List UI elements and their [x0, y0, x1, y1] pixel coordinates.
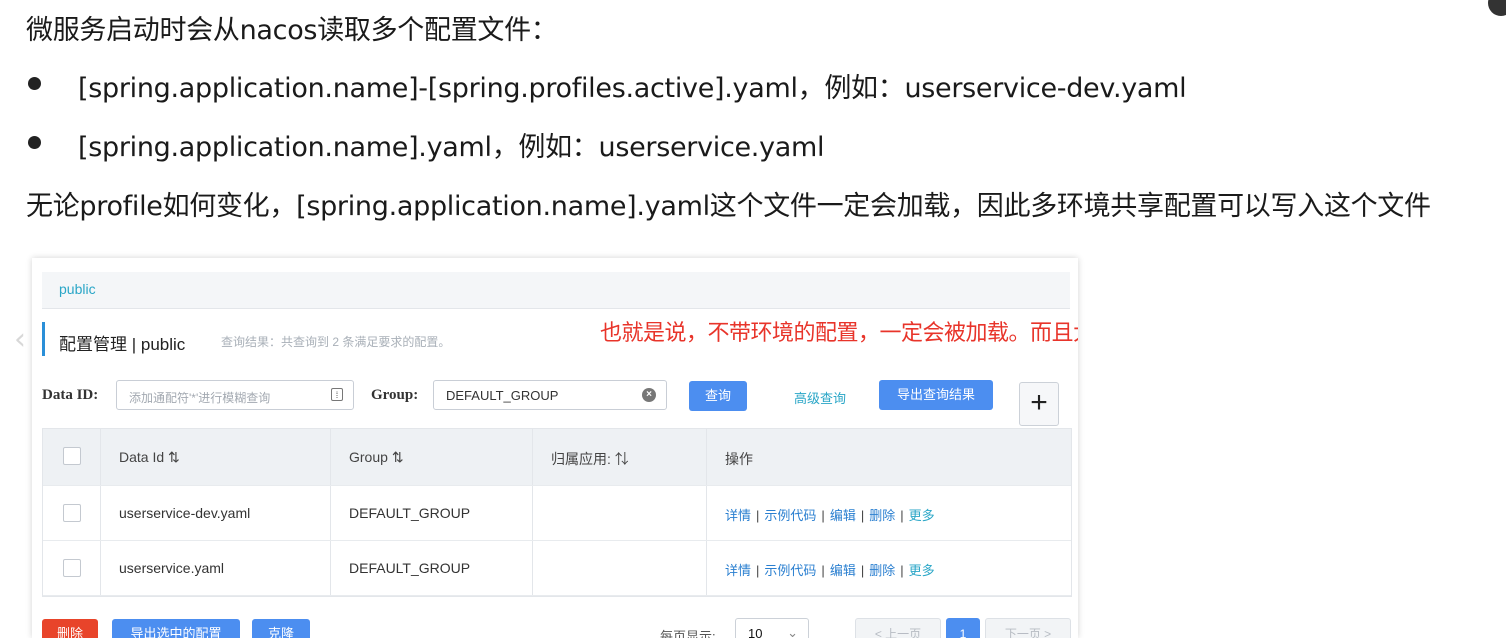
result-summary: 查询结果：共查询到 2 条满足要求的配置。 [221, 335, 451, 349]
op-separator: | [900, 563, 904, 578]
op-separator: | [821, 563, 825, 578]
export-selected-button[interactable]: 导出选中的配置 [112, 619, 240, 638]
bullet-dot-icon [28, 136, 41, 149]
group-input[interactable]: DEFAULT_GROUP × [433, 380, 667, 410]
nacos-screenshot: public 配置管理 | public 查询结果：共查询到 2 条满足要求的配… [32, 258, 1078, 638]
row-checkbox-cell [43, 541, 101, 595]
sample-code-link[interactable]: 示例代码 [764, 508, 816, 523]
bullet-dot-icon [28, 77, 41, 90]
row-checkbox[interactable] [63, 559, 81, 577]
chevron-left-icon[interactable]: ‹ [14, 322, 26, 357]
op-separator: | [756, 508, 760, 523]
export-results-button[interactable]: 导出查询结果 [879, 380, 993, 410]
add-config-button[interactable]: + [1019, 382, 1059, 426]
op-separator: | [900, 508, 904, 523]
page-size-label: 每页显示: [660, 629, 716, 638]
page-header: 配置管理 | public 查询结果：共查询到 2 条满足要求的配置。 [42, 322, 450, 356]
delete-link[interactable]: 删除 [869, 563, 895, 578]
config-table: Data Id ⇅ Group ⇅ 归属应用: ⇅ 操作 userservice… [42, 428, 1072, 597]
header-ops: 操作 [707, 429, 1071, 485]
prev-page-button[interactable]: < 上一页 [855, 618, 941, 638]
select-all-checkbox[interactable] [63, 447, 81, 465]
clipboard-icon[interactable]: ⁞ [331, 388, 343, 401]
header-group-label: Group [349, 449, 388, 465]
cell-app [533, 486, 707, 540]
header-data-id[interactable]: Data Id ⇅ [101, 429, 331, 485]
slide-conclusion: 无论profile如何变化，[spring.application.name].… [26, 191, 1431, 222]
page-size-select[interactable]: 10 ⌄ [735, 618, 809, 638]
detail-link[interactable]: 详情 [725, 508, 751, 523]
sort-icon[interactable]: ⇅ [392, 449, 404, 465]
op-separator: | [756, 563, 760, 578]
group-input-value: DEFAULT_GROUP [446, 388, 559, 403]
clear-icon[interactable]: × [642, 388, 656, 402]
more-link[interactable]: 更多 [909, 508, 935, 523]
red-annotation: 也就是说，不带环境的配置，一定会被加载。而且大家都能记载 [600, 320, 1078, 345]
slide-heading: 微服务启动时会从nacos读取多个配置文件： [26, 15, 558, 46]
cell-ops: 详情 | 示例代码 | 编辑 | 删除 | 更多 [707, 486, 1071, 540]
cell-app [533, 541, 707, 595]
header-ops-label: 操作 [725, 451, 753, 467]
header-app[interactable]: 归属应用: ⇅ [533, 429, 707, 485]
op-separator: | [860, 508, 865, 523]
group-label: Group: [371, 387, 419, 403]
row-checkbox-cell [43, 486, 101, 540]
op-separator: | [860, 563, 865, 578]
group-value: DEFAULT_GROUP [349, 560, 471, 576]
data-id-value: userservice-dev.yaml [119, 505, 251, 521]
advanced-query-link[interactable]: 高级查询 [794, 388, 846, 407]
page-1-button[interactable]: 1 [946, 618, 980, 638]
header-data-id-label: Data Id [119, 449, 165, 465]
header-group[interactable]: Group ⇅ [331, 429, 533, 485]
table-row: userservice-dev.yaml DEFAULT_GROUP 详情 | 示例… [43, 486, 1071, 541]
sort-icon[interactable]: ⇅ [615, 451, 629, 467]
slide-bullet-1: [spring.application.name]-[spring.profil… [78, 73, 1187, 104]
edit-link[interactable]: 编辑 [830, 563, 856, 578]
batch-delete-button[interactable]: 删除 [42, 619, 98, 638]
delete-link[interactable]: 删除 [869, 508, 895, 523]
row-checkbox[interactable] [63, 504, 81, 522]
clone-button[interactable]: 克隆 [252, 619, 310, 638]
corner-dot [1488, 0, 1506, 16]
cell-ops: 详情 | 示例代码 | 编辑 | 删除 | 更多 [707, 541, 1071, 595]
table-row: userservice.yaml DEFAULT_GROUP 详情 | 示例代码 | 编… [43, 541, 1071, 596]
page-title: 配置管理 | public [59, 335, 186, 354]
sort-icon[interactable]: ⇅ [168, 449, 180, 465]
namespace-bar: public [42, 272, 1070, 309]
detail-link[interactable]: 详情 [725, 563, 751, 578]
op-separator: | [821, 508, 825, 523]
next-page-button[interactable]: 下一页 > [985, 618, 1071, 638]
data-id-placeholder: 添加通配符'*'进行模糊查询 [129, 391, 271, 405]
edit-link[interactable]: 编辑 [830, 508, 856, 523]
page-size-value: 10 [748, 626, 763, 638]
table-header-row: Data Id ⇅ Group ⇅ 归属应用: ⇅ 操作 [43, 429, 1071, 486]
cell-data-id: userservice-dev.yaml [101, 486, 331, 540]
header-app-label: 归属应用: [551, 451, 611, 467]
query-button[interactable]: 查询 [689, 381, 747, 411]
data-id-input[interactable]: 添加通配符'*'进行模糊查询 ⁞ [116, 380, 354, 410]
sample-code-link[interactable]: 示例代码 [764, 563, 816, 578]
slide-bullet-2: [spring.application.name].yaml，例如：userse… [78, 132, 825, 163]
cell-group: DEFAULT_GROUP [331, 486, 533, 540]
data-id-value: userservice.yaml [119, 560, 225, 576]
header-checkbox-cell [43, 429, 101, 485]
cell-group: DEFAULT_GROUP [331, 541, 533, 595]
more-link[interactable]: 更多 [909, 563, 935, 578]
data-id-label: Data ID: [42, 387, 99, 403]
group-value: DEFAULT_GROUP [349, 505, 471, 521]
cell-data-id: userservice.yaml [101, 541, 331, 595]
namespace-tab-public[interactable]: public [59, 281, 96, 297]
